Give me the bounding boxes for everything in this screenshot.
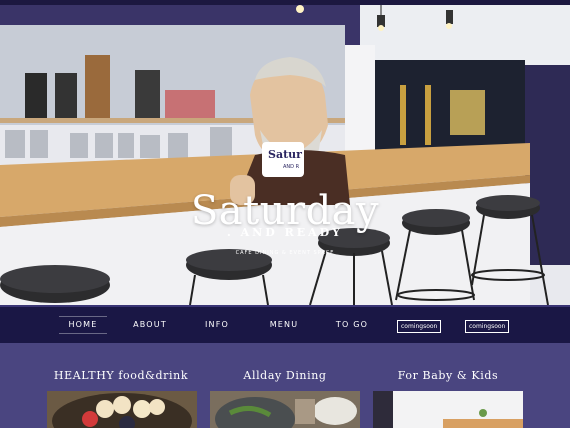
section-title-healthy: HEALTHY food&drink [53, 369, 189, 382]
main-navigation: HOME ABOUT INFO MENU TO GO comingsoon co… [0, 305, 570, 343]
card-kids-image[interactable] [373, 391, 523, 428]
hero-subtitle: . AND READY [226, 226, 344, 239]
cup-logo-subtext: AND R [283, 164, 300, 170]
hero-photo: Satur AND R [0, 5, 570, 305]
nav-menu[interactable]: MENU [266, 307, 302, 343]
hero-banner: Satur AND R Saturday . AND READY CAFE DI… [0, 5, 570, 305]
hero-tagline: CAFE DINING & EVENT SPACE [235, 250, 335, 256]
nav-about[interactable]: ABOUT [127, 307, 173, 343]
nav-coming-soon-1[interactable]: comingsoon [397, 320, 442, 333]
nav-info[interactable]: INFO [200, 307, 234, 343]
cup-logo-text: Satur [268, 148, 302, 161]
section-title-allday: Allday Dining [243, 369, 327, 382]
card-healthy-image[interactable] [47, 391, 197, 428]
card-allday-image[interactable] [210, 391, 360, 428]
nav-to-go[interactable]: TO GO [333, 307, 371, 343]
nav-home[interactable]: HOME [55, 307, 111, 343]
section-title-kids: For Baby & Kids [397, 369, 499, 382]
nav-coming-soon-2[interactable]: comingsoon [465, 320, 510, 333]
